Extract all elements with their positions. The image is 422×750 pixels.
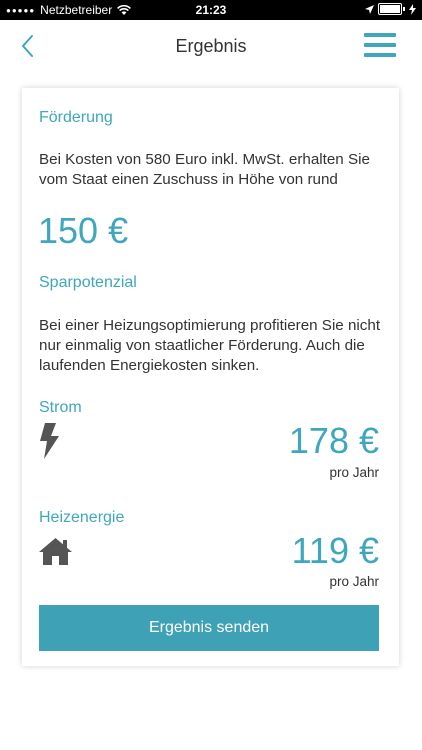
heating-label: Heizenergie [39, 509, 125, 526]
status-time: 21:23 [195, 3, 227, 17]
heating-amount: 119 € [291, 530, 379, 571]
battery-icon [378, 3, 402, 15]
status-bar: ●●●●● Netzbetreiber 21:23 [0, 0, 422, 20]
result-card: Förderung Bei Kosten von 580 Euro inkl. … [22, 88, 399, 666]
menu-icon[interactable] [364, 33, 396, 59]
savings-heading: Sparpotenzial [39, 274, 137, 291]
electricity-label: Strom [39, 399, 82, 416]
funding-amount: 150 € [38, 210, 129, 251]
house-icon [39, 538, 72, 565]
funding-text: Bei Kosten von 580 Euro inkl. MwSt. erha… [39, 151, 370, 188]
funding-heading: Förderung [39, 109, 113, 126]
heating-unit: pro Jahr [329, 574, 379, 589]
electricity-unit: pro Jahr [329, 465, 379, 480]
page-title: Ergebnis [175, 36, 247, 56]
lightning-icon [40, 423, 59, 459]
electricity-amount: 178 € [288, 420, 379, 461]
charging-icon [409, 3, 416, 15]
location-icon [365, 4, 374, 14]
battery-cap [403, 7, 405, 11]
savings-text: Bei einer Heizungsoptimierung profitiere… [39, 317, 381, 374]
send-result-button[interactable]: Ergebnis senden [39, 605, 379, 651]
navigation-bar: Ergebnis [0, 20, 422, 72]
